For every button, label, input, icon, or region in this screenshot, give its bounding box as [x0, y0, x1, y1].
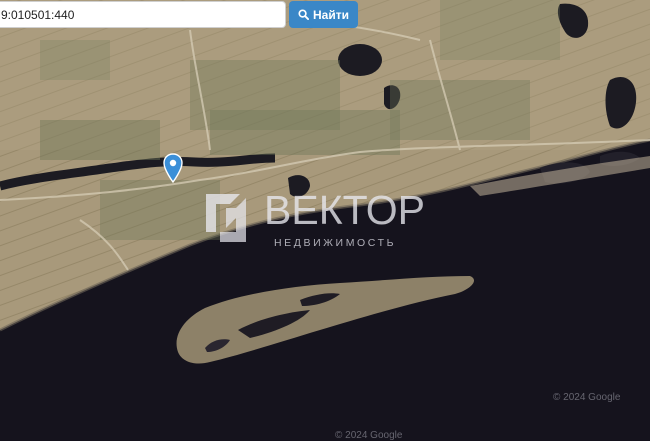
- search-button[interactable]: Найти: [289, 1, 358, 28]
- map-pin-icon[interactable]: [163, 153, 183, 183]
- vector-logo-icon: [206, 194, 246, 242]
- cadastral-search-input[interactable]: [0, 1, 286, 28]
- search-bar: Найти: [0, 0, 358, 29]
- map-attribution: © 2024 Google: [335, 430, 403, 441]
- map-attribution: © 2024 Google: [553, 392, 621, 403]
- watermark-title: ВЕКТОР: [264, 187, 426, 233]
- watermark-subtitle: НЕДВИЖИМОСТЬ: [274, 237, 397, 249]
- search-button-label: Найти: [313, 7, 349, 22]
- watermark: ВЕКТОР НЕДВИЖИМОСТЬ: [202, 186, 452, 256]
- pond: [338, 44, 382, 76]
- search-icon: [298, 9, 309, 20]
